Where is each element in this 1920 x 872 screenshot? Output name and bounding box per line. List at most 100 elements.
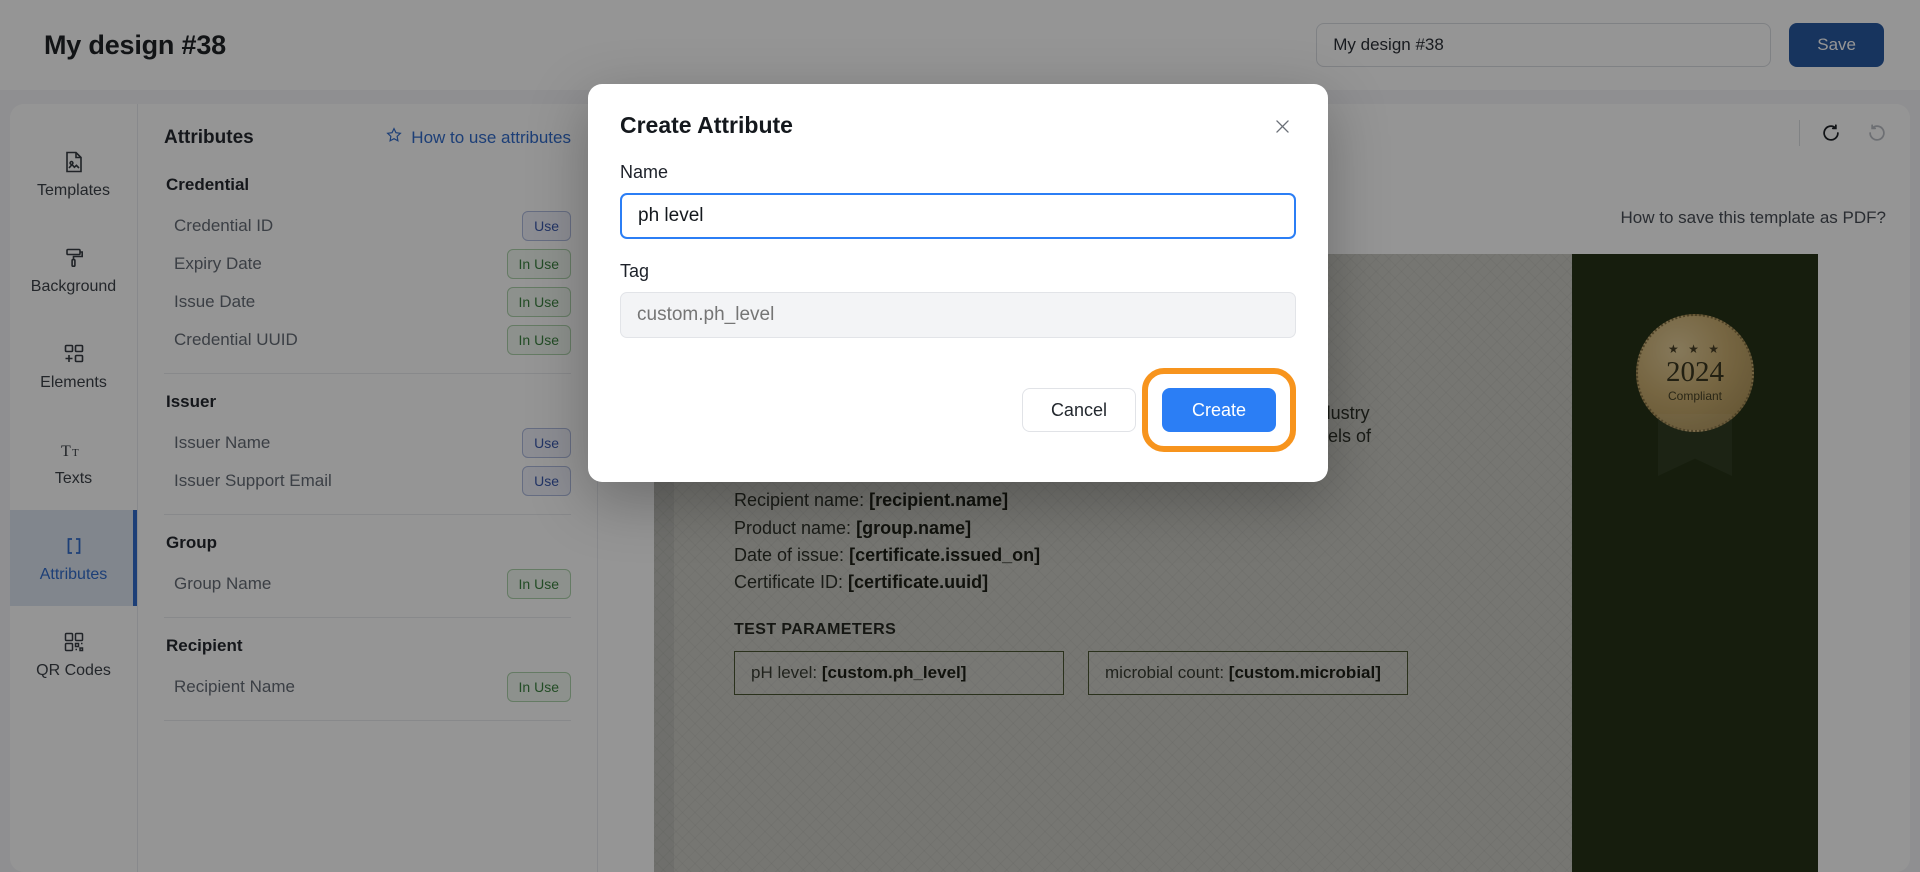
- attribute-label: Expiry Date: [174, 254, 262, 273]
- sidebar-item-elements[interactable]: Elements: [10, 318, 137, 414]
- star-icon: [385, 126, 403, 149]
- attribute-tag-input[interactable]: [620, 292, 1296, 338]
- field-token: [group.name]: [856, 517, 972, 538]
- sidebar-item-qr-codes[interactable]: QR Codes: [10, 606, 137, 702]
- attribute-label: Recipient Name: [174, 677, 295, 696]
- attribute-row[interactable]: Expiry Date In Use: [164, 245, 571, 283]
- design-name-input[interactable]: [1316, 23, 1772, 67]
- attribute-label: Credential UUID: [174, 330, 298, 349]
- close-icon[interactable]: [1268, 112, 1296, 140]
- field-token: [recipient.name]: [869, 490, 1009, 511]
- page-title: My design #38: [44, 29, 226, 60]
- param-token: [custom.microbial]: [1228, 662, 1381, 682]
- create-button[interactable]: Create: [1161, 388, 1276, 432]
- param-token: [custom.ph_level]: [821, 662, 967, 682]
- field-label: Recipient name:: [734, 490, 865, 511]
- seal-stars: ★ ★ ★: [1668, 342, 1722, 356]
- field-token: [certificate.uuid]: [848, 572, 989, 593]
- toolbar-divider: [1799, 120, 1800, 146]
- attribute-row[interactable]: Credential UUID In Use: [164, 321, 571, 359]
- svg-text:T: T: [61, 443, 71, 460]
- qr-code-icon: [61, 629, 87, 655]
- how-to-use-attributes-label: How to use attributes: [411, 127, 571, 147]
- brackets-icon: [61, 533, 87, 559]
- paint-roller-icon: [61, 245, 87, 271]
- attribute-inuse-badge[interactable]: In Use: [506, 325, 571, 355]
- create-attribute-modal: Create Attribute Name Tag Cancel Create: [588, 84, 1328, 482]
- attribute-row[interactable]: Issuer Name Use: [164, 424, 571, 462]
- test-parameters-heading: TEST PARAMETERS: [734, 620, 897, 638]
- attribute-row[interactable]: Issuer Support Email Use: [164, 462, 571, 500]
- create-button-highlight-ring: Create: [1141, 368, 1296, 452]
- undo-icon[interactable]: [1816, 118, 1846, 148]
- param-box-microbial-count[interactable]: microbial count: [custom.microbial]: [1088, 650, 1408, 695]
- attribute-row[interactable]: Credential ID Use: [164, 207, 571, 245]
- attribute-row[interactable]: Recipient Name In Use: [164, 668, 571, 706]
- param-box-ph-level[interactable]: pH level: [custom.ph_level]: [734, 650, 1064, 695]
- attribute-inuse-badge[interactable]: In Use: [506, 249, 571, 279]
- attribute-use-badge[interactable]: Use: [522, 428, 571, 458]
- template-icon: [61, 149, 87, 175]
- attribute-inuse-badge[interactable]: In Use: [506, 569, 571, 599]
- seal-subtitle: Compliant: [1667, 389, 1723, 403]
- how-to-use-attributes-link[interactable]: How to use attributes: [385, 126, 571, 149]
- attribute-group-group: Group Group Name In Use: [164, 533, 571, 603]
- attribute-inuse-badge[interactable]: In Use: [506, 287, 571, 317]
- field-label: Date of issue:: [734, 544, 845, 565]
- attribute-group-issuer: Issuer Issuer Name Use Issuer Support Em…: [164, 392, 571, 500]
- canvas-toolbar: [1799, 118, 1892, 148]
- test-parameters-row: pH level: [custom.ph_level] microbial co…: [734, 650, 1558, 695]
- divider: [164, 617, 571, 618]
- param-label: pH level:: [751, 662, 818, 682]
- field-label: Product name:: [734, 517, 852, 538]
- group-title: Issuer: [166, 392, 217, 411]
- attribute-row[interactable]: Group Name In Use: [164, 565, 571, 603]
- attribute-use-badge[interactable]: Use: [522, 466, 571, 496]
- attribute-use-badge[interactable]: Use: [522, 211, 571, 241]
- attributes-panel: Attributes How to use attributes Credent…: [138, 104, 598, 872]
- attribute-label: Issuer Support Email: [174, 471, 332, 490]
- attributes-heading: Attributes: [164, 126, 254, 148]
- group-title: Recipient: [166, 636, 243, 655]
- modal-title: Create Attribute: [620, 112, 793, 138]
- attribute-label: Issue Date: [174, 292, 256, 311]
- sidebar-item-label: Templates: [37, 181, 110, 199]
- top-bar: My design #38 Save: [0, 0, 1920, 90]
- attribute-name-input[interactable]: [620, 193, 1296, 239]
- param-label: microbial count:: [1105, 662, 1225, 682]
- sidebar-item-label: Elements: [40, 373, 107, 391]
- sidebar-item-texts[interactable]: T T Texts: [10, 414, 137, 510]
- divider: [164, 720, 571, 721]
- sidebar-item-templates[interactable]: Templates: [10, 126, 137, 222]
- certificate-field-row: Date of issue: [certificate.issued_on]: [734, 544, 1558, 567]
- attribute-label: Issuer Name: [174, 433, 271, 452]
- seal-ribbon-icon: [1658, 414, 1732, 476]
- sidebar-item-background[interactable]: Background: [10, 222, 137, 318]
- attribute-inuse-badge[interactable]: In Use: [506, 672, 571, 702]
- how-to-save-pdf-link[interactable]: How to save this template as PDF?: [1620, 208, 1886, 228]
- redo-icon[interactable]: [1862, 118, 1892, 148]
- field-label: Certificate ID:: [734, 572, 844, 593]
- app-root: My design #38 Save Templates: [0, 0, 1920, 872]
- certificate-green-panel: ★ ★ ★ 2024 Compliant: [1572, 254, 1818, 872]
- divider: [164, 514, 571, 515]
- seal-year: 2024: [1666, 356, 1724, 388]
- certificate-field-row: Product name: [group.name]: [734, 517, 1558, 540]
- cancel-button[interactable]: Cancel: [1021, 388, 1136, 432]
- modal-header: Create Attribute: [620, 112, 1296, 140]
- group-title: Group: [166, 533, 217, 552]
- field-token: [certificate.issued_on]: [849, 544, 1041, 565]
- modal-actions: Cancel Create: [620, 368, 1296, 452]
- divider: [164, 373, 571, 374]
- attribute-label: Credential ID: [174, 216, 274, 235]
- left-icon-rail: Templates Background Elements T T Texts …: [10, 104, 138, 872]
- sidebar-item-label: Background: [30, 277, 117, 295]
- top-bar-actions: Save: [1316, 23, 1884, 67]
- attribute-row[interactable]: Issue Date In Use: [164, 283, 571, 321]
- certificate-field-row: Recipient name: [recipient.name]: [734, 489, 1558, 512]
- sidebar-item-attributes[interactable]: Attributes: [10, 510, 137, 606]
- tag-field-label: Tag: [620, 261, 650, 281]
- save-button[interactable]: Save: [1789, 23, 1884, 67]
- attributes-panel-header: Attributes How to use attributes: [164, 126, 571, 149]
- svg-text:T: T: [72, 447, 79, 459]
